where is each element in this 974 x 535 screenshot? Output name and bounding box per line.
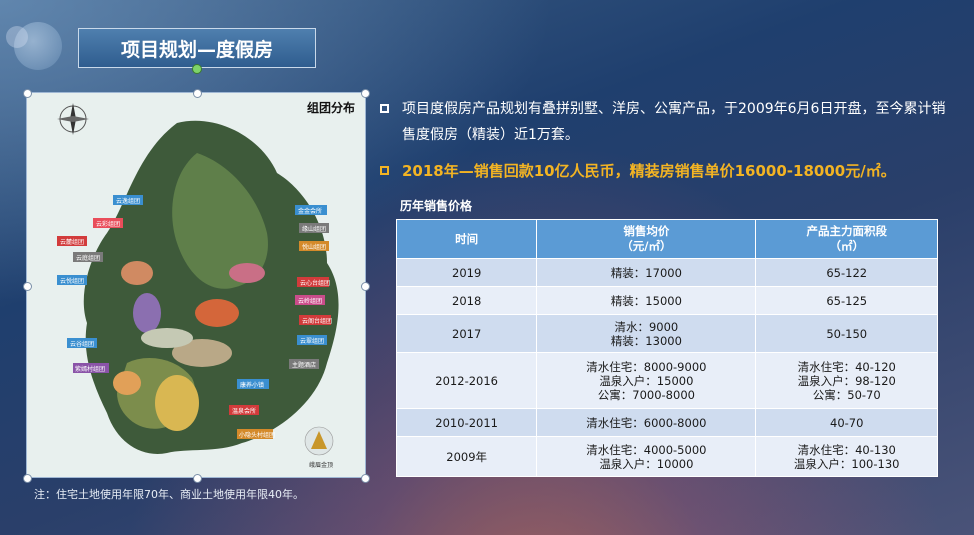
area-cell: 65-122 [755, 258, 938, 287]
bullet-text: 项目度假房产品规划有叠拼别墅、洋房、公寓产品，于2009年6月6日开盘，至今累计… [402, 101, 946, 143]
map-label: 小隐头村组团 [239, 431, 275, 439]
year-cell: 2010-2011 [395, 408, 538, 437]
golden-summit-icon [304, 426, 334, 456]
map-label: 云彩组团 [96, 220, 120, 228]
year-cell: 2018 [395, 286, 538, 315]
map-label: 康养小镇 [240, 381, 264, 389]
map-label: 云谷组团 [70, 340, 94, 348]
table-title: 历年销售价格 [400, 199, 473, 213]
map-label: 峨眉金顶 [309, 461, 333, 469]
resize-handle[interactable] [193, 89, 202, 98]
price-cell: 清水住宅：6000-8000 [536, 408, 757, 437]
map-label: 云岭组团 [298, 297, 322, 305]
compass-icon [57, 103, 89, 135]
zone-orange-2 [113, 371, 141, 395]
bullet-text: 2018年—销售回款10亿人民币，精装房销售单价16000-18000元/㎡。 [402, 162, 896, 180]
resize-handle[interactable] [23, 474, 32, 483]
decorative-bubble-small [6, 26, 28, 48]
area-cell: 50-150 [755, 314, 938, 353]
zone-yellow [155, 375, 199, 431]
area-cell: 清水住宅：40-130 温泉入户：100-130 [755, 436, 938, 477]
map-label: 悦山组团 [302, 243, 326, 251]
map-label: 缘山组团 [302, 225, 326, 233]
resize-handle[interactable] [23, 282, 32, 291]
map-label: 云麓组团 [60, 238, 84, 246]
table-row: 2019 精装：17000 65-122 [395, 258, 938, 287]
header-cell: 销售均价 （元/㎡） [536, 219, 757, 259]
slide-title: 项目规划—度假房 [78, 28, 316, 68]
resize-handle[interactable] [361, 89, 370, 98]
planning-map[interactable]: 云逸组团 云彩组团 云麓组团 云庭组团 云悦组团 云谷组团 紫嫣村组团 金金会所… [23, 89, 370, 483]
zone-pink [229, 263, 265, 283]
map-label: 紫嫣村组团 [75, 365, 105, 373]
area-cell: 40-70 [755, 408, 938, 437]
rotate-handle[interactable] [192, 64, 202, 74]
map-label: 温泉会所 [232, 407, 256, 415]
map-label: 云庭组团 [76, 254, 100, 262]
price-cell: 精装：15000 [536, 286, 757, 315]
bullet-point-highlight: 2018年—销售回款10亿人民币，精装房销售单价16000-18000元/㎡。 [380, 158, 950, 184]
table-row: 2010-2011 清水住宅：6000-8000 40-70 [395, 408, 938, 437]
price-cell: 清水：9000 精装：13000 [536, 314, 757, 353]
map-label: 云逸组团 [116, 197, 140, 205]
price-cell: 清水住宅：4000-5000 温泉入户：10000 [536, 436, 757, 477]
zone-light [141, 328, 193, 348]
zone-peach [121, 261, 153, 285]
map-label: 云翠组团 [300, 337, 324, 345]
map-illustration: 云逸组团 云彩组团 云麓组团 云庭组团 云悦组团 云谷组团 紫嫣村组团 金金会所… [57, 103, 339, 469]
square-bullet-icon [380, 104, 389, 113]
resize-handle[interactable] [361, 282, 370, 291]
map-label: 主题酒店 [292, 361, 316, 369]
map-label: 金金会所 [298, 207, 322, 215]
map-label: 云悦组团 [60, 277, 84, 285]
table-header-row: 时间 销售均价 （元/㎡） 产品主力面积段 （㎡） [395, 219, 938, 259]
price-cell: 精装：17000 [536, 258, 757, 287]
zone-purple [133, 293, 161, 333]
map-caption: 组团分布 [306, 101, 355, 115]
resize-handle[interactable] [193, 474, 202, 483]
header-cell: 时间 [395, 219, 538, 259]
table-row: 2009年 清水住宅：4000-5000 温泉入户：10000 清水住宅：40-1… [395, 436, 938, 477]
header-cell: 产品主力面积段 （㎡） [755, 219, 938, 259]
map-label: 云阁台组团 [302, 317, 332, 325]
price-cell: 清水住宅：8000-9000 温泉入户：15000 公寓：7000-8000 [536, 352, 757, 409]
table-row: 2018 精装：15000 65-125 [395, 286, 938, 315]
resize-handle[interactable] [361, 474, 370, 483]
bullet-point: 项目度假房产品规划有叠拼别墅、洋房、公寓产品，于2009年6月6日开盘，至今累计… [380, 96, 950, 148]
zone-orange-1 [195, 299, 239, 327]
table-row: 2017 清水：9000 精装：13000 50-150 [395, 314, 938, 353]
year-cell: 2017 [395, 314, 538, 353]
table-row: 2012-2016 清水住宅：8000-9000 温泉入户：15000 公寓：700… [395, 352, 938, 409]
map-label: 云心台组团 [300, 279, 330, 287]
year-cell: 2009年 [395, 436, 538, 477]
resize-handle[interactable] [23, 89, 32, 98]
area-cell: 65-125 [755, 286, 938, 315]
year-cell: 2019 [395, 258, 538, 287]
square-bullet-icon [380, 166, 389, 175]
area-cell: 清水住宅：40-120 温泉入户：98-120 公寓：50-70 [755, 352, 938, 409]
land-use-note: 注：住宅土地使用年限70年、商业土地使用年限40年。 [34, 488, 304, 501]
year-cell: 2012-2016 [395, 352, 538, 409]
price-history-table: 时间 销售均价 （元/㎡） 产品主力面积段 （㎡） 2019 精装：17000 65… [395, 219, 938, 477]
